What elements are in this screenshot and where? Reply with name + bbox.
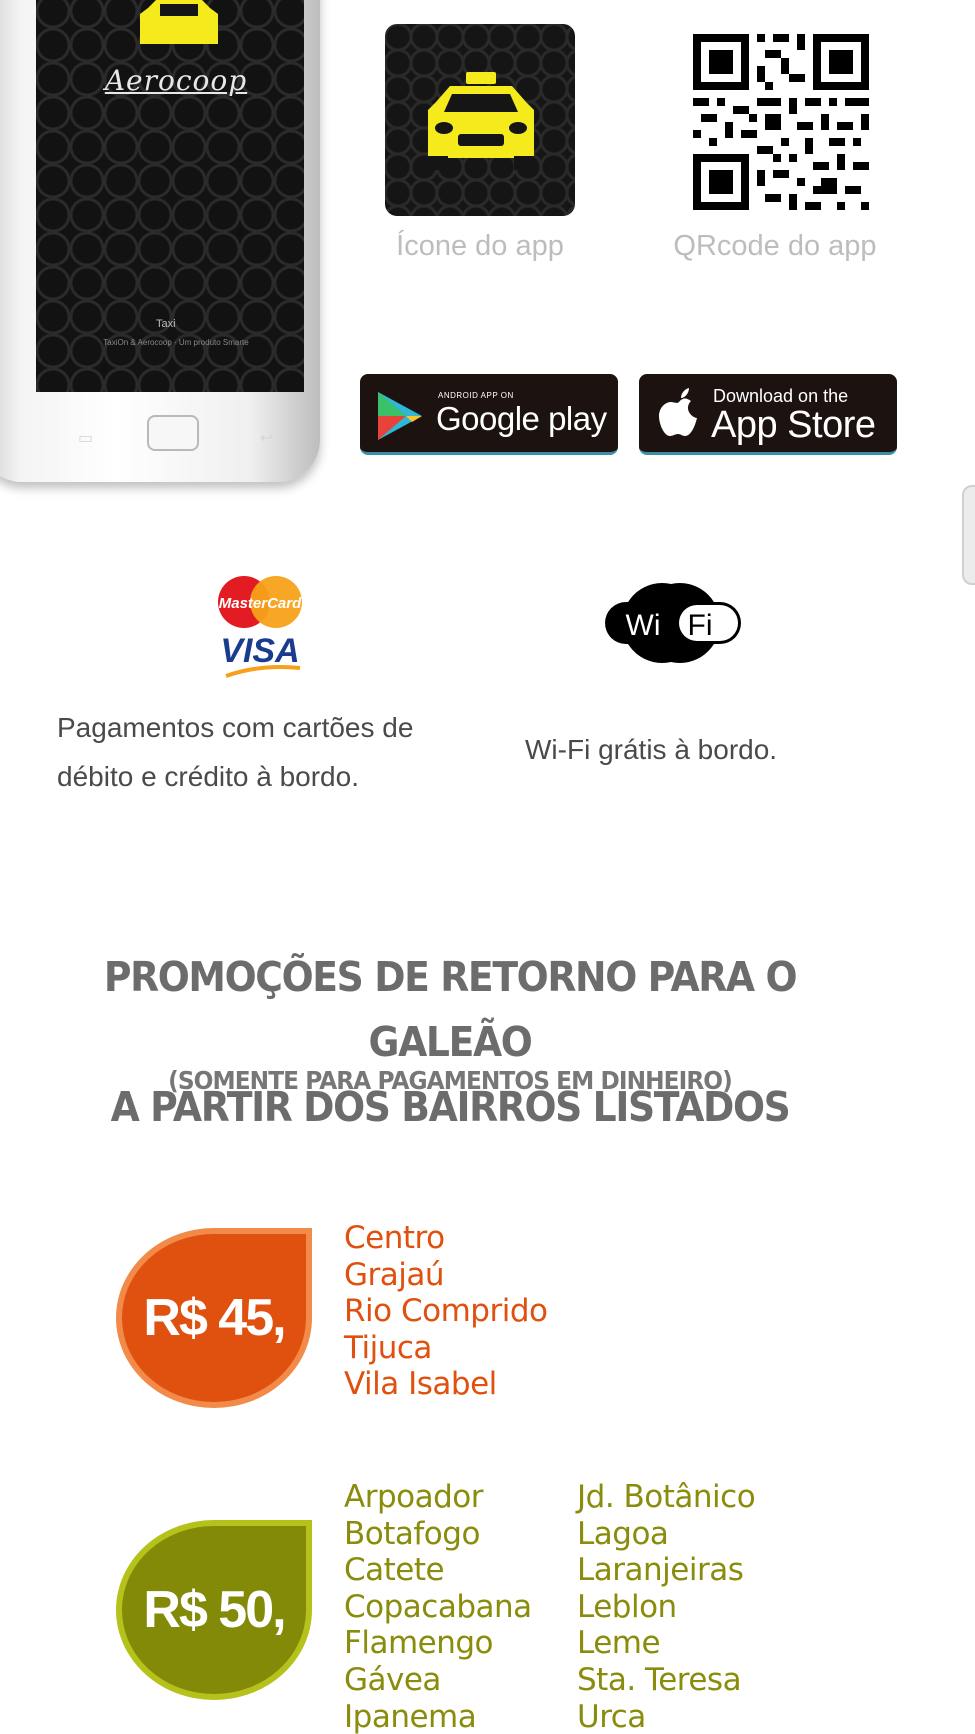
list-item: Rio Comprido	[344, 1293, 548, 1330]
apple-icon	[659, 388, 697, 436]
wifi-logo-right: Fi	[688, 609, 713, 642]
phone-screen: Aerocoop Taxi TaxiOn & Aerocoop · Um pro…	[36, 0, 304, 392]
promo-title-line1: PROMOÇÕES DE RETORNO PARA O GALEÃO	[103, 953, 798, 1066]
qr-code-image	[693, 34, 869, 210]
list-item: Laranjeiras	[577, 1552, 744, 1589]
app-icon-image	[385, 24, 575, 216]
card-payment-text: Pagamentos com cartões de débito e crédi…	[57, 712, 414, 792]
phone-home-button	[147, 415, 199, 451]
side-scroll-tab[interactable]	[962, 485, 975, 585]
phone-mockup: Aerocoop Taxi TaxiOn & Aerocoop · Um pro…	[0, 0, 320, 482]
list-item: Flamengo	[344, 1625, 494, 1662]
list-item: Centro	[344, 1220, 445, 1256]
google-play-small-label: ANDROID APP ON	[438, 391, 514, 400]
neighborhood-list-50-col1: Arpoador Botafogo Catete Copacabana Flam…	[344, 1479, 532, 1734]
promo-subtitle: (SOMENTE PARA PAGAMENTOS EM DINHEIRO)	[168, 1066, 733, 1095]
list-item: Botafogo	[344, 1515, 480, 1552]
list-item: Jd. Botânico	[577, 1479, 756, 1515]
list-item: Copacabana	[344, 1588, 532, 1625]
price-badge-45: R$ 45,	[116, 1228, 312, 1408]
list-item: Tijuca	[344, 1329, 432, 1366]
list-item: Catete	[344, 1552, 445, 1589]
mastercard-label: MasterCard	[219, 595, 302, 612]
phone-footer-text: TaxiOn & Aerocoop · Um produto Smarte	[103, 338, 249, 347]
list-item: Grajaú	[344, 1256, 445, 1293]
neighborhood-list-45: Centro Grajaú Rio Comprido Tijuca Vila I…	[344, 1220, 548, 1403]
list-item: Sta. Teresa	[577, 1661, 742, 1698]
list-item: Urca	[577, 1698, 646, 1734]
taxi-car-icon	[140, 0, 218, 44]
wifi-logo-icon: Wi Fi	[605, 583, 741, 663]
google-play-label: Google play	[436, 400, 607, 437]
back-key-icon: ↩	[260, 430, 274, 447]
app-store-button[interactable]: Download on the App Store	[639, 374, 897, 455]
wifi-text: Wi-Fi grátis à bordo.	[525, 734, 778, 765]
app-icon-caption: Ícone do app	[396, 230, 564, 262]
list-item: Leblon	[577, 1588, 677, 1625]
menu-key-icon: ▭	[78, 430, 94, 447]
google-play-button[interactable]: ANDROID APP ON Google play	[360, 374, 618, 455]
price-badge-50: R$ 50,	[116, 1520, 312, 1700]
promo-title: PROMOÇÕES DE RETORNO PARA O GALEÃO A PAR…	[36, 945, 864, 1140]
visa-label: VISA	[220, 632, 299, 670]
app-store-label: App Store	[711, 404, 876, 446]
list-item: Gávea	[344, 1661, 441, 1698]
wifi-logo-left: Wi	[626, 609, 661, 642]
taxi-car-icon	[428, 72, 534, 170]
qr-code-caption: QRcode do app	[673, 230, 877, 262]
google-play-icon	[378, 392, 422, 440]
mastercard-visa-icon: MasterCard VISA	[218, 576, 302, 678]
neighborhood-list-50-col2: Jd. Botânico Lagoa Laranjeiras Leblon Le…	[577, 1479, 756, 1734]
phone-app-logo: Aerocoop	[104, 64, 248, 97]
list-item: Arpoador	[344, 1479, 483, 1515]
list-item: Vila Isabel	[344, 1366, 497, 1403]
phone-taxi-badge: Taxi	[156, 318, 176, 330]
list-item: Leme	[577, 1625, 661, 1662]
list-item: Lagoa	[577, 1515, 669, 1552]
list-item: Ipanema	[344, 1698, 477, 1734]
